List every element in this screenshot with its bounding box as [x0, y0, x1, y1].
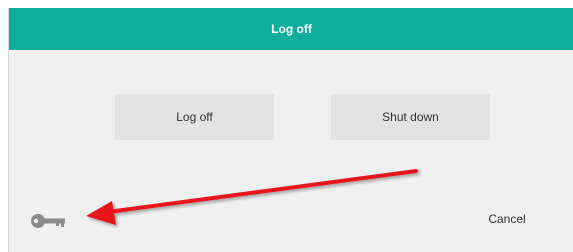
- log-off-button[interactable]: Log off: [115, 94, 274, 140]
- dialog-title: Log off: [271, 22, 312, 36]
- shut-down-button[interactable]: Shut down: [331, 94, 490, 140]
- cancel-button[interactable]: Cancel: [477, 209, 537, 229]
- key-icon[interactable]: [30, 211, 70, 231]
- dialog-header: Log off: [9, 8, 573, 50]
- log-off-dialog: Log off Log off Shut down Cancel: [8, 8, 573, 252]
